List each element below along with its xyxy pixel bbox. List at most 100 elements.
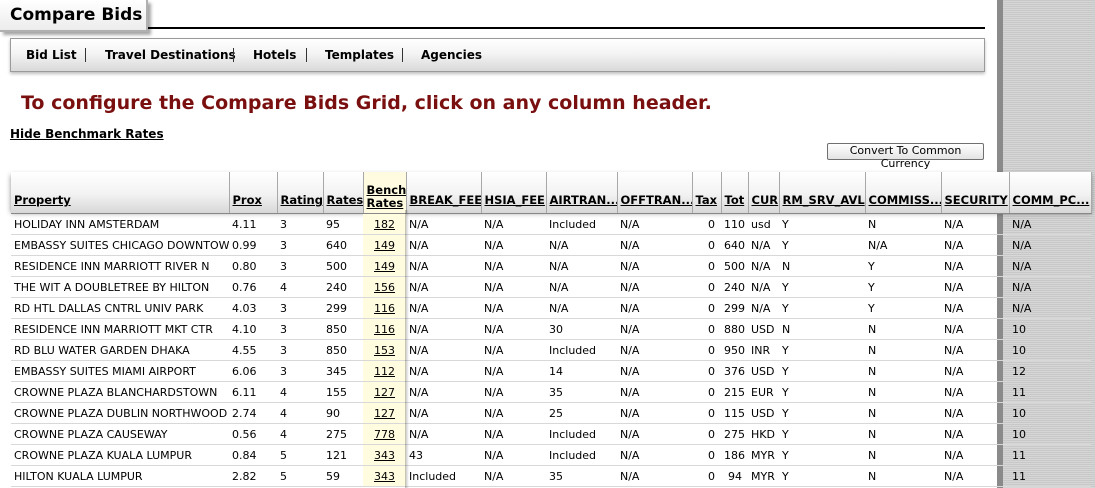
table-row: RD BLU WATER GARDEN DHAKA 4.55 3 850 153… [11, 339, 1091, 361]
cell-property: THE WIT A DOUBLETREE BY HILTON [11, 276, 229, 298]
cell-airtran: 14 [546, 360, 617, 382]
bench-rate-link[interactable]: 127 [363, 402, 406, 424]
bench-rate-link[interactable]: 116 [363, 297, 406, 319]
cell-rm-srv-avl: Y [779, 381, 865, 403]
column-header-property[interactable]: Property [11, 172, 230, 214]
cell-prox: 2.74 [229, 402, 277, 424]
configure-instructions: To configure the Compare Bids Grid, clic… [21, 92, 712, 114]
cell-prox: 6.06 [229, 360, 277, 382]
hide-benchmark-rates-link[interactable]: Hide Benchmark Rates [10, 127, 164, 141]
column-header-rm-srv-avl[interactable]: RM_SRV_AVL [779, 172, 866, 214]
column-header-comm-pc[interactable]: COMM_PC... [1009, 172, 1092, 214]
nav-item-agencies[interactable]: Agencies [421, 48, 482, 62]
bench-rate-link[interactable]: 149 [363, 255, 406, 277]
cell-airtran: N/A [546, 276, 617, 298]
cell-cur: N/A [748, 276, 779, 298]
cell-tax: 0 [692, 339, 721, 361]
cell-tot: 94 [721, 465, 748, 487]
bench-rate-link[interactable]: 343 [363, 444, 406, 466]
cell-rating: 3 [277, 255, 323, 277]
bench-header-line2: Rates [366, 196, 404, 210]
cell-commiss: N [865, 213, 941, 235]
cell-break-fee: N/A [406, 423, 481, 445]
bench-rate-link[interactable]: 778 [363, 423, 406, 445]
table-row: HOLIDAY INN AMSTERDAM 4.11 3 95 182 N/A … [11, 213, 1091, 235]
bench-rate-link[interactable]: 112 [363, 360, 406, 382]
cell-tot: 186 [721, 444, 748, 466]
column-header-break-fee[interactable]: BREAK_FEE [406, 172, 482, 214]
column-header-security[interactable]: SECURITY [941, 172, 1010, 214]
column-header-rating[interactable]: Rating [277, 172, 324, 214]
column-header-prox[interactable]: Prox [229, 172, 278, 214]
bench-rate-link[interactable]: 149 [363, 234, 406, 256]
cell-tot: 275 [721, 423, 748, 445]
column-header-commiss[interactable]: COMMISS... [865, 172, 942, 214]
cell-airtran: N/A [546, 297, 617, 319]
cell-offtran: N/A [617, 423, 692, 445]
column-header-tax[interactable]: Tax [692, 172, 722, 214]
column-header-airtran[interactable]: AIRTRAN... [546, 172, 618, 214]
cell-rates: 500 [323, 255, 363, 277]
nav-item-travel-destinations[interactable]: Travel Destinations [105, 48, 236, 62]
cell-property: RESIDENCE INN MARRIOTT RIVER N [11, 255, 229, 277]
cell-hsia-fee: N/A [481, 276, 546, 298]
cell-prox: 4.03 [229, 297, 277, 319]
cell-hsia-fee: N/A [481, 297, 546, 319]
cell-tot: 500 [721, 255, 748, 277]
cell-rating: 4 [277, 423, 323, 445]
title-tab: Compare Bids [0, 0, 148, 32]
column-header-hsia-fee[interactable]: HSIA_FEE [481, 172, 547, 214]
nav-item-templates[interactable]: Templates [325, 48, 394, 62]
cell-rates: 275 [323, 423, 363, 445]
cell-comm-pc: 10 [1009, 318, 1091, 340]
cell-security: N/A [941, 234, 1009, 256]
cell-cur: INR [748, 339, 779, 361]
cell-prox: 4.11 [229, 213, 277, 235]
cell-break-fee: N/A [406, 297, 481, 319]
column-header-offtran[interactable]: OFFTRAN... [617, 172, 693, 214]
cell-tot: 880 [721, 318, 748, 340]
cell-property: CROWNE PLAZA KUALA LUMPUR [11, 444, 229, 466]
cell-rating: 3 [277, 339, 323, 361]
cell-security: N/A [941, 276, 1009, 298]
column-header-bench-rates[interactable]: Bench Rates [363, 172, 407, 214]
cell-commiss: Y [865, 276, 941, 298]
cell-tax: 0 [692, 318, 721, 340]
column-header-cur[interactable]: CUR [748, 172, 780, 214]
page-title: Compare Bids [10, 5, 143, 25]
cell-break-fee: N/A [406, 276, 481, 298]
bench-rate-link[interactable]: 343 [363, 465, 406, 487]
cell-hsia-fee: N/A [481, 360, 546, 382]
table-row: HILTON KUALA LUMPUR 2.82 5 59 343 Includ… [11, 465, 1091, 487]
cell-security: N/A [941, 360, 1009, 382]
bench-rate-link[interactable]: 153 [363, 339, 406, 361]
cell-comm-pc: N/A [1009, 213, 1091, 235]
cell-security: N/A [941, 255, 1009, 277]
cell-tot: 240 [721, 276, 748, 298]
cell-prox: 6.11 [229, 381, 277, 403]
bench-rate-link[interactable]: 116 [363, 318, 406, 340]
bench-rate-link[interactable]: 127 [363, 381, 406, 403]
cell-hsia-fee: N/A [481, 255, 546, 277]
cell-hsia-fee: N/A [481, 213, 546, 235]
bench-rate-link[interactable]: 182 [363, 213, 406, 235]
cell-comm-pc: N/A [1009, 255, 1091, 277]
column-header-rates[interactable]: Rates [323, 172, 364, 214]
cell-cur: usd [748, 213, 779, 235]
cell-security: N/A [941, 318, 1009, 340]
cell-comm-pc: 10 [1009, 339, 1091, 361]
cell-commiss: N [865, 360, 941, 382]
nav-item-bid-list[interactable]: Bid List [26, 48, 77, 62]
cell-property: HILTON KUALA LUMPUR [11, 465, 229, 487]
column-header-tot[interactable]: Tot [721, 172, 749, 214]
cell-tax: 0 [692, 213, 721, 235]
cell-tax: 0 [692, 255, 721, 277]
cell-cur: MYR [748, 465, 779, 487]
cell-security: N/A [941, 339, 1009, 361]
bench-rate-link[interactable]: 156 [363, 276, 406, 298]
nav-item-hotels[interactable]: Hotels [253, 48, 296, 62]
cell-prox: 0.56 [229, 423, 277, 445]
cell-rating: 4 [277, 402, 323, 424]
cell-airtran: Included [546, 423, 617, 445]
convert-currency-button[interactable]: Convert To Common Currency [827, 143, 984, 170]
